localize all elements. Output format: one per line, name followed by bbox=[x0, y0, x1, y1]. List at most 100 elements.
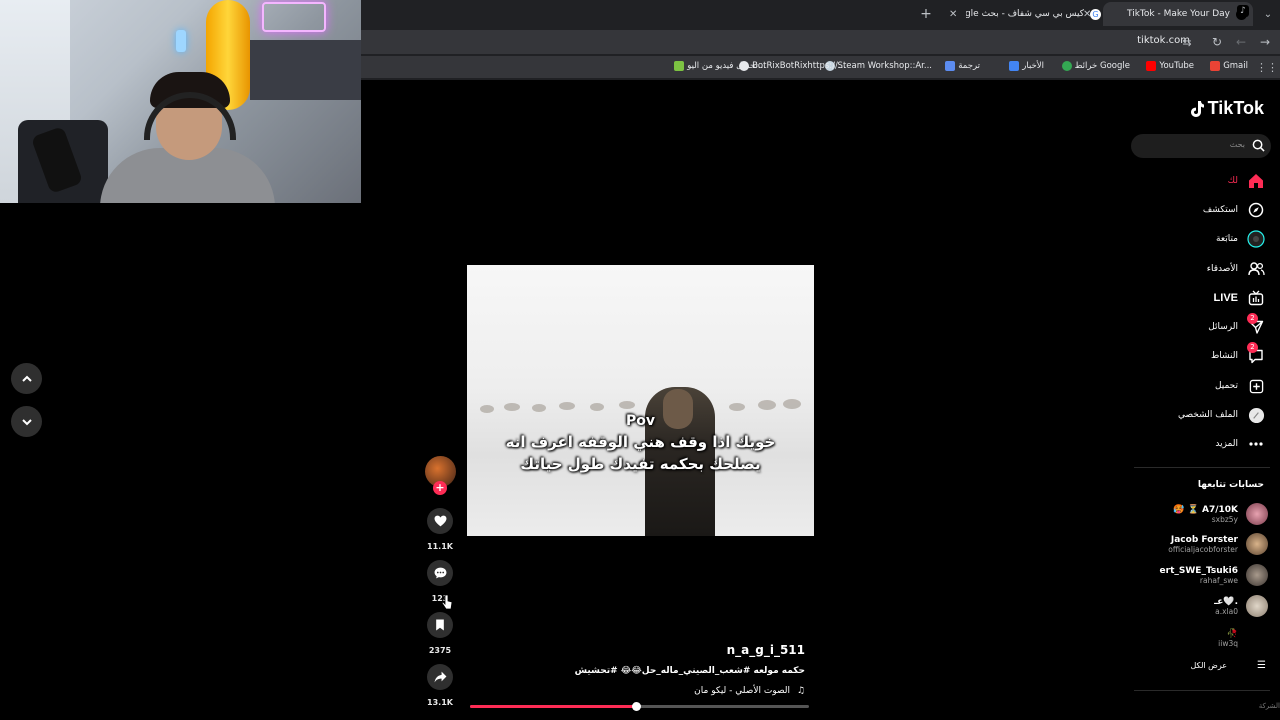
sidebar-item-messages[interactable]: 2 الرسائل bbox=[1208, 313, 1266, 338]
post-author[interactable]: n_a_g_i_511 bbox=[727, 643, 805, 657]
google-icon: G bbox=[1090, 8, 1101, 20]
share-icon bbox=[434, 671, 446, 683]
account-handle: iiw3q bbox=[1218, 638, 1238, 648]
webcam-neon-light bbox=[176, 30, 186, 52]
account-name: ert_SWE_Tsuki6 bbox=[1159, 565, 1238, 576]
sidebar-item-live[interactable]: LIVE bbox=[1214, 287, 1266, 309]
address-bar[interactable]: tiktok.com ⇆ ↻ ← → bbox=[361, 30, 1280, 54]
tab-tiktok[interactable]: ✕ ♪ TikTok - Make Your Day bbox=[1083, 2, 1253, 26]
back-icon[interactable]: ← bbox=[1232, 33, 1250, 51]
account-handle: officialjacobforster bbox=[1168, 544, 1238, 554]
account-name: 🥵 ⏳ A7/10K bbox=[1173, 504, 1238, 515]
search-icon[interactable] bbox=[1252, 139, 1265, 152]
comment-icon bbox=[434, 567, 446, 579]
chevron-down-icon bbox=[21, 418, 32, 425]
following-account-item[interactable]: ert_SWE_Tsuki6 rahaf_swe bbox=[1160, 561, 1268, 589]
following-account-item[interactable]: Jacob Forster officialjacobforster bbox=[1168, 530, 1268, 558]
like-button[interactable] bbox=[427, 508, 453, 534]
chevron-up-icon bbox=[21, 375, 32, 382]
list-icon: ☰ bbox=[1257, 660, 1266, 671]
avatar bbox=[1246, 595, 1268, 617]
avatar bbox=[1246, 627, 1268, 649]
following-account-item[interactable]: 🥀 iiw3q bbox=[1218, 624, 1268, 652]
sidebar-item-friends[interactable]: الأصدقاء bbox=[1207, 258, 1266, 280]
sidebar-item-for-you[interactable]: لك bbox=[1228, 170, 1266, 192]
video-overlay-pov: Pov bbox=[625, 413, 655, 429]
following-account-item[interactable]: 🥵 ⏳ A7/10K sxbz5y bbox=[1173, 500, 1268, 528]
video-progress-fill bbox=[470, 705, 637, 708]
comment-button[interactable] bbox=[427, 560, 453, 586]
video-progress-handle[interactable] bbox=[632, 702, 642, 711]
webcam-shelf bbox=[250, 40, 361, 100]
see-all-link[interactable]: ☰ عرض الكل bbox=[1190, 660, 1266, 671]
tiktok-tab-icon: ♪ bbox=[1237, 5, 1249, 17]
account-handle: a.xla0 bbox=[1215, 606, 1238, 616]
sidebar-item-upload[interactable]: تحميل bbox=[1215, 375, 1266, 397]
share-count: 13.1K bbox=[427, 698, 453, 707]
next-video-button[interactable] bbox=[11, 406, 42, 437]
new-tab-button[interactable]: + bbox=[917, 5, 935, 23]
reload-icon[interactable]: ↻ bbox=[1208, 33, 1226, 51]
sidebar-item-more[interactable]: المزيد bbox=[1215, 433, 1266, 455]
bookmark-youtube[interactable]: YouTube bbox=[1143, 61, 1194, 71]
account-name: 🥀 bbox=[1226, 628, 1238, 639]
bookmark-translate[interactable]: ترجمة bbox=[942, 61, 980, 71]
previous-video-button[interactable] bbox=[11, 363, 42, 394]
apps-grid-icon[interactable]: ⋮⋮ bbox=[1256, 58, 1278, 76]
live-icon bbox=[1246, 288, 1266, 308]
news-icon bbox=[1009, 61, 1020, 71]
footer-link[interactable]: الشركة bbox=[1259, 702, 1280, 710]
more-icon bbox=[1246, 434, 1266, 454]
following-account-item[interactable]: عـ🤍. a.xla0 bbox=[1214, 592, 1268, 620]
tiktok-logo-icon bbox=[1190, 100, 1204, 117]
sidebar-item-activity[interactable]: 2 النشاط bbox=[1211, 342, 1266, 367]
video-overlay-line-2: خويك اذا وقف هني الوقفه اعرف انه bbox=[505, 433, 776, 451]
post-music[interactable]: ♫ الصوت الأصلي - ليكو مان bbox=[694, 686, 805, 696]
site-settings-icon[interactable]: ⇆ bbox=[1178, 33, 1196, 51]
close-icon[interactable]: ✕ bbox=[949, 9, 957, 20]
account-handle: sxbz5y bbox=[1211, 514, 1238, 524]
home-icon bbox=[1246, 171, 1266, 191]
video-player[interactable]: Pov خويك اذا وقف هني الوقفه اعرف انه يصل… bbox=[467, 265, 814, 536]
search-input[interactable]: بحث bbox=[1131, 134, 1271, 158]
webcam-neon-sign bbox=[262, 2, 326, 32]
comment-count: 123 bbox=[431, 594, 449, 603]
profile-icon bbox=[1246, 405, 1266, 425]
messages-icon: 2 bbox=[1246, 313, 1266, 337]
bookmark-maps[interactable]: خرائط Google bbox=[1059, 61, 1130, 71]
close-icon[interactable]: ✕ bbox=[1083, 9, 1091, 20]
bookmarks-bar: ⋮⋮ Gmail YouTube خرائط Google الأخبار تر… bbox=[361, 56, 1280, 78]
tab-strip: + ✕ G كيس بي سي شفاف - بحث Google ✕ ♪ Ti… bbox=[361, 0, 1280, 28]
video-overlay-line-3: يصلحك بحكمه تفيدك طول حياتك bbox=[520, 455, 761, 473]
save-button[interactable] bbox=[427, 612, 453, 638]
translate-icon bbox=[945, 61, 956, 71]
bookmark-icon bbox=[436, 619, 444, 631]
sidebar-divider bbox=[1134, 690, 1270, 691]
sidebar-item-profile[interactable]: الملف الشخصي bbox=[1178, 404, 1266, 426]
share-button[interactable] bbox=[427, 664, 453, 690]
activity-icon: 2 bbox=[1246, 342, 1266, 366]
following-icon bbox=[1246, 229, 1266, 249]
mouse-cursor-icon bbox=[441, 594, 453, 610]
avatar bbox=[1246, 564, 1268, 586]
save-count: 2375 bbox=[428, 646, 452, 655]
gmail-icon bbox=[1210, 61, 1221, 71]
tab-search-icon[interactable]: ⌄ bbox=[1259, 5, 1277, 23]
sidebar-item-explore[interactable]: استكشف bbox=[1203, 199, 1266, 221]
sidebar-item-following[interactable]: متابَعة bbox=[1216, 228, 1266, 250]
maps-icon bbox=[1061, 61, 1072, 71]
upload-icon bbox=[1246, 376, 1266, 396]
avatar bbox=[1246, 503, 1268, 525]
friends-icon bbox=[1246, 259, 1266, 279]
video-progress-bar[interactable] bbox=[470, 702, 809, 711]
tiktok-logo[interactable]: TikTok bbox=[1189, 98, 1264, 119]
heart-icon bbox=[434, 515, 446, 527]
follow-plus-icon[interactable]: + bbox=[433, 481, 447, 495]
messages-badge: 2 bbox=[1247, 313, 1258, 324]
bookmark-news[interactable]: الأخبار bbox=[1006, 61, 1044, 71]
forward-icon[interactable]: → bbox=[1256, 33, 1274, 51]
webcam-overlay bbox=[0, 0, 361, 203]
bookmark-gmail[interactable]: Gmail bbox=[1207, 61, 1248, 71]
bookmark-video-download[interactable]: تحميل فيديو من اليو... bbox=[671, 61, 766, 71]
activity-badge: 2 bbox=[1247, 342, 1258, 353]
